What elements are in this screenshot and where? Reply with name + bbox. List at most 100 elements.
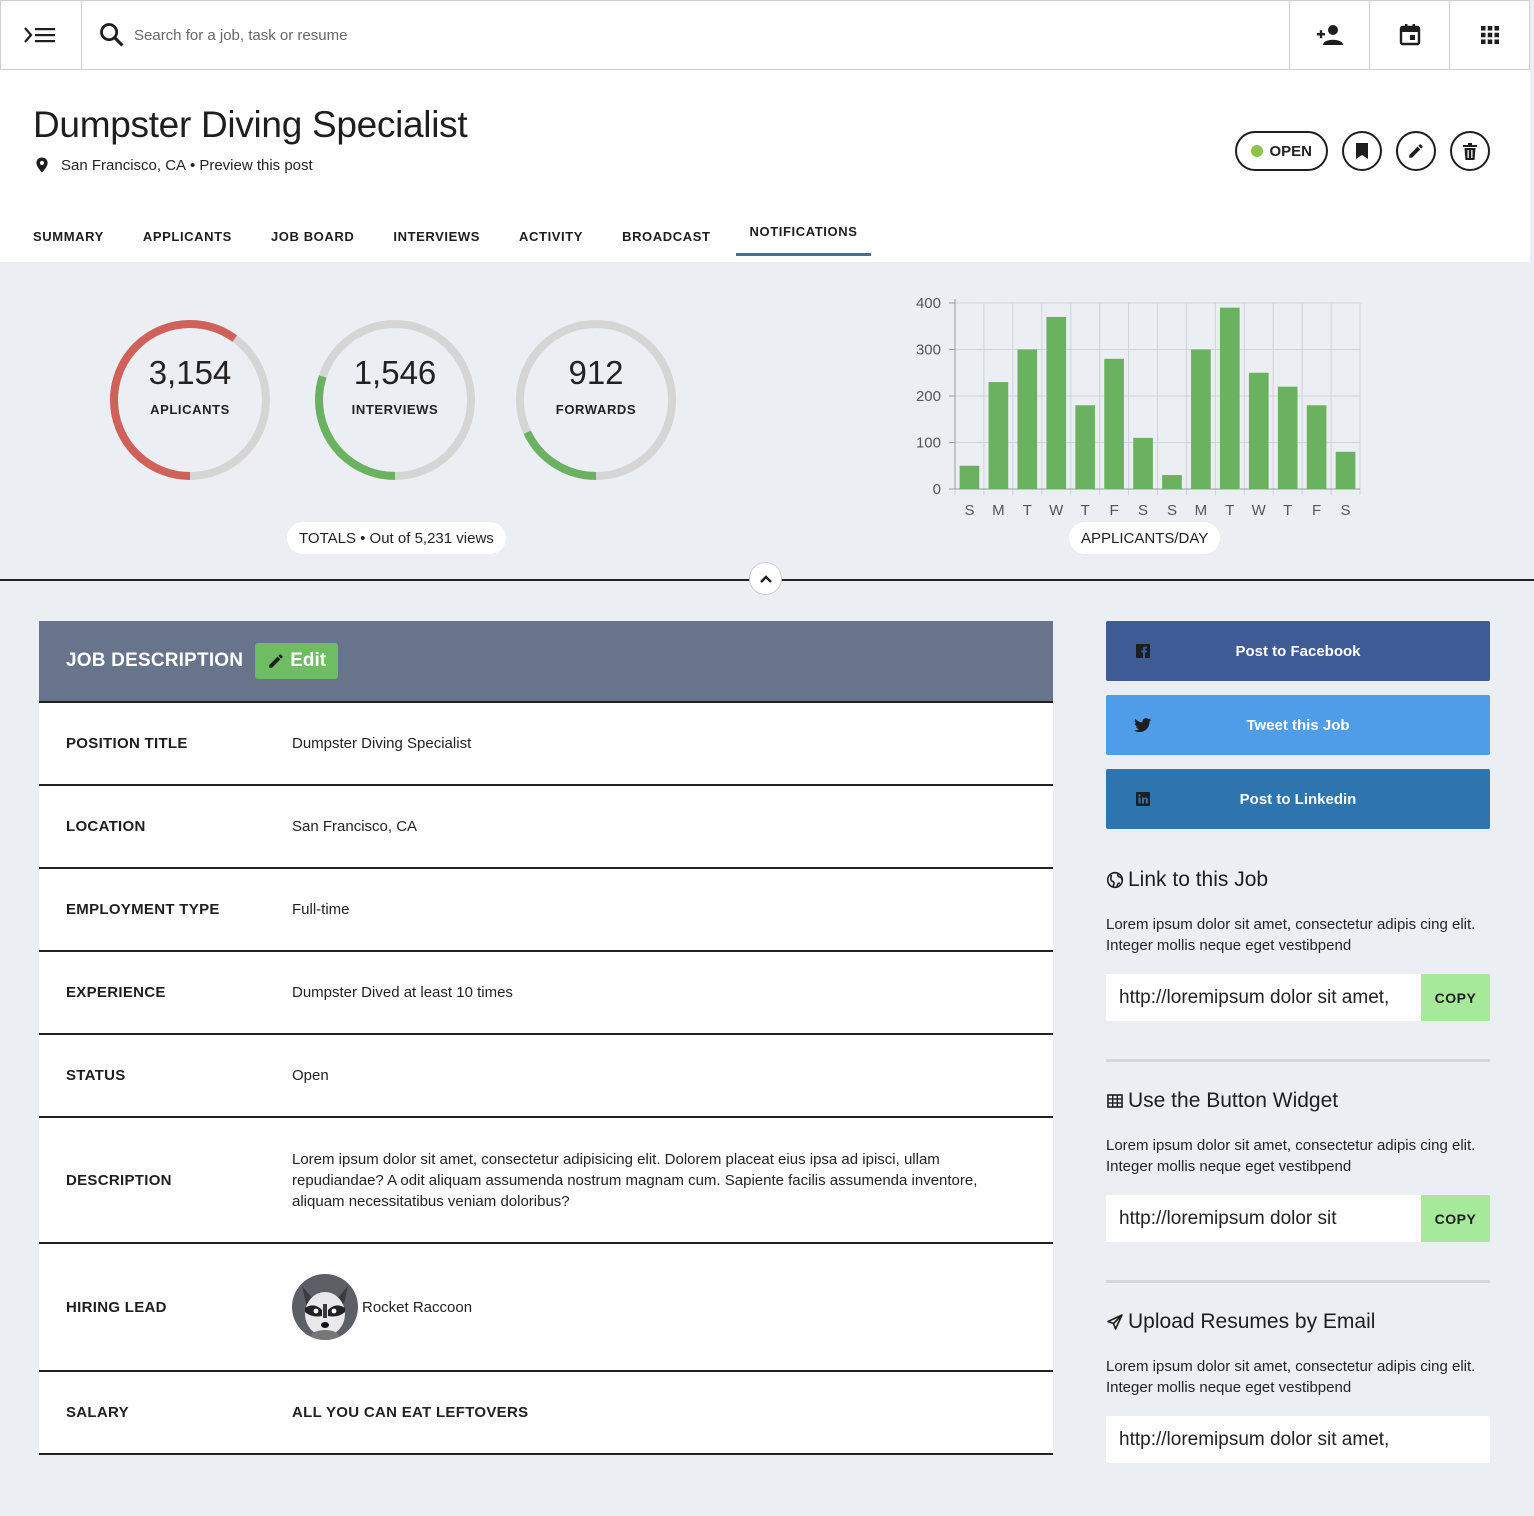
hiring-lead-value: Rocket Raccoon [292,1274,1053,1340]
chart-y-tick-label: 0 [933,481,941,498]
upload-resumes-section: Upload Resumes by Email Lorem ipsum dolo… [1106,1310,1490,1463]
preview-post-link[interactable]: Preview this post [199,157,312,174]
pencil-icon [1409,144,1423,158]
edit-label: Edit [290,650,327,671]
copy-link-button[interactable]: COPY [1421,974,1490,1021]
tab-bar: SUMMARY APPLICANTS JOB BOARD INTERVIEWS … [19,210,882,262]
raccoon-avatar-image [292,1274,358,1340]
chart-bar [1335,451,1356,489]
separator-dot: • [190,156,196,174]
bookmark-icon [1356,143,1368,159]
chart-bar [1075,405,1096,489]
chart-bar [1277,386,1298,489]
upload-section-title: Upload Resumes by Email [1128,1310,1376,1333]
calendar-button[interactable] [1369,1,1449,69]
tab-interviews[interactable]: INTERVIEWS [379,210,494,262]
edit-post-button[interactable] [1396,131,1436,171]
stats-panel: 3,154 APLICANTS 1,546 INTERVIEWS 912 FOR… [0,262,1534,580]
upload-email-field[interactable] [1106,1416,1490,1463]
menu-icon [24,27,55,43]
chart-x-tick-label: M [992,502,1005,519]
chart-bar [1219,307,1240,489]
applicants-per-day-chart: 0100200300400S M T W T F S S M T W T F S [916,295,1361,519]
row-value: Dumpster Diving Specialist [292,735,472,752]
chart-x-tick-label: S [1138,502,1148,519]
page-title: Dumpster Diving Specialist [33,104,468,145]
row-label: EMPLOYMENT TYPE [66,901,220,918]
post-to-facebook-button[interactable]: Post to Facebook [1106,621,1490,681]
grid-table-icon [1107,1094,1123,1108]
twitter-label: Tweet this Job [1246,716,1350,734]
search-input[interactable] [134,26,734,44]
chart-x-tick-label: S [1341,502,1351,519]
post-to-linkedin-button[interactable]: Post to Linkedin [1106,769,1490,829]
tab-broadcast[interactable]: BROADCAST [608,210,724,262]
status-toggle[interactable]: OPEN [1235,131,1328,171]
chart-bar [988,382,1009,489]
location-pin-icon [36,157,48,173]
row-label: POSITION TITLE [66,735,188,752]
chart-x-tick-label: T [1081,502,1090,519]
widget-copy-row: COPY [1106,1195,1490,1242]
tab-activity[interactable]: ACTIVITY [505,210,597,262]
tab-job-board[interactable]: JOB BOARD [257,210,368,262]
tab-summary[interactable]: SUMMARY [19,210,118,262]
tab-notifications[interactable]: NOTIFICATIONS [735,210,872,256]
job-description-title: JOB DESCRIPTION [66,650,244,671]
collapse-stats-button[interactable] [749,562,782,595]
job-link-field[interactable] [1106,974,1421,1021]
chart-bar [1133,437,1153,489]
job-description-header: JOB DESCRIPTION Edit [39,621,1053,703]
table-row: LOCATION San Francisco, CA [39,786,1053,869]
facebook-icon [1136,644,1150,658]
status-dot [1251,145,1264,157]
chart-x-tick-label: T [1023,502,1032,519]
forwards-ring-chart [516,320,676,480]
totals-pill: TOTALS • Out of 5,231 views [287,522,506,554]
row-label: STATUS [66,1067,126,1084]
tab-applicants[interactable]: APPLICANTS [129,210,246,262]
upload-section-text: Lorem ipsum dolor sit amet, consectetur … [1106,1358,1476,1396]
add-user-button[interactable] [1289,1,1369,69]
chart-bar [1248,372,1269,489]
link-section-text: Lorem ipsum dolor sit amet, consectetur … [1106,916,1476,954]
chart-bar [1306,405,1327,489]
search-bar [82,1,1289,69]
table-row: HIRING LEAD Rocket Raccoon [39,1244,1053,1372]
tweet-job-button[interactable]: Tweet this Job [1106,695,1490,755]
bookmark-button[interactable] [1342,131,1382,171]
chart-x-tick-label: W [1252,502,1267,519]
table-row: STATUS Open [39,1035,1053,1118]
header-actions: OPEN [1235,131,1490,171]
interviews-label: INTERVIEWS [351,402,439,417]
apps-button[interactable] [1449,1,1529,69]
top-bar [0,0,1530,70]
widget-code-field[interactable] [1106,1195,1421,1242]
status-label: OPEN [1269,142,1312,160]
row-value: Dumpster Dived at least 10 times [292,984,513,1001]
row-value: San Francisco, CA [292,818,418,835]
menu-toggle-button[interactable] [1,1,82,69]
chart-xlabel-pill: APPLICANTS/DAY [1069,522,1221,554]
apps-grid-icon [1480,26,1499,44]
chart-x-tick-label: F [1312,502,1321,519]
row-label: HIRING LEAD [66,1298,167,1316]
section-separator [1106,1059,1490,1062]
row-label: LOCATION [66,818,146,835]
delete-button[interactable] [1450,131,1490,171]
job-subline: San Francisco, CA • Preview this post [33,156,313,174]
globe-icon [1106,871,1124,889]
chart-x-tick-label: T [1283,502,1292,519]
chart-x-tick-label: W [1049,502,1064,519]
edit-description-button[interactable]: Edit [255,643,339,679]
upload-email-row [1106,1416,1490,1463]
search-icon [100,23,124,47]
copy-widget-button[interactable]: COPY [1421,1195,1490,1242]
chart-y-tick-label: 200 [916,388,941,405]
chart-bar [1162,475,1182,489]
pencil-icon [269,654,283,668]
table-row: EXPERIENCE Dumpster Dived at least 10 ti… [39,952,1053,1035]
chart-bar [1017,349,1038,489]
link-copy-row: COPY [1106,974,1490,1021]
interviews-ring: 1,546 INTERVIEWS [311,316,479,484]
